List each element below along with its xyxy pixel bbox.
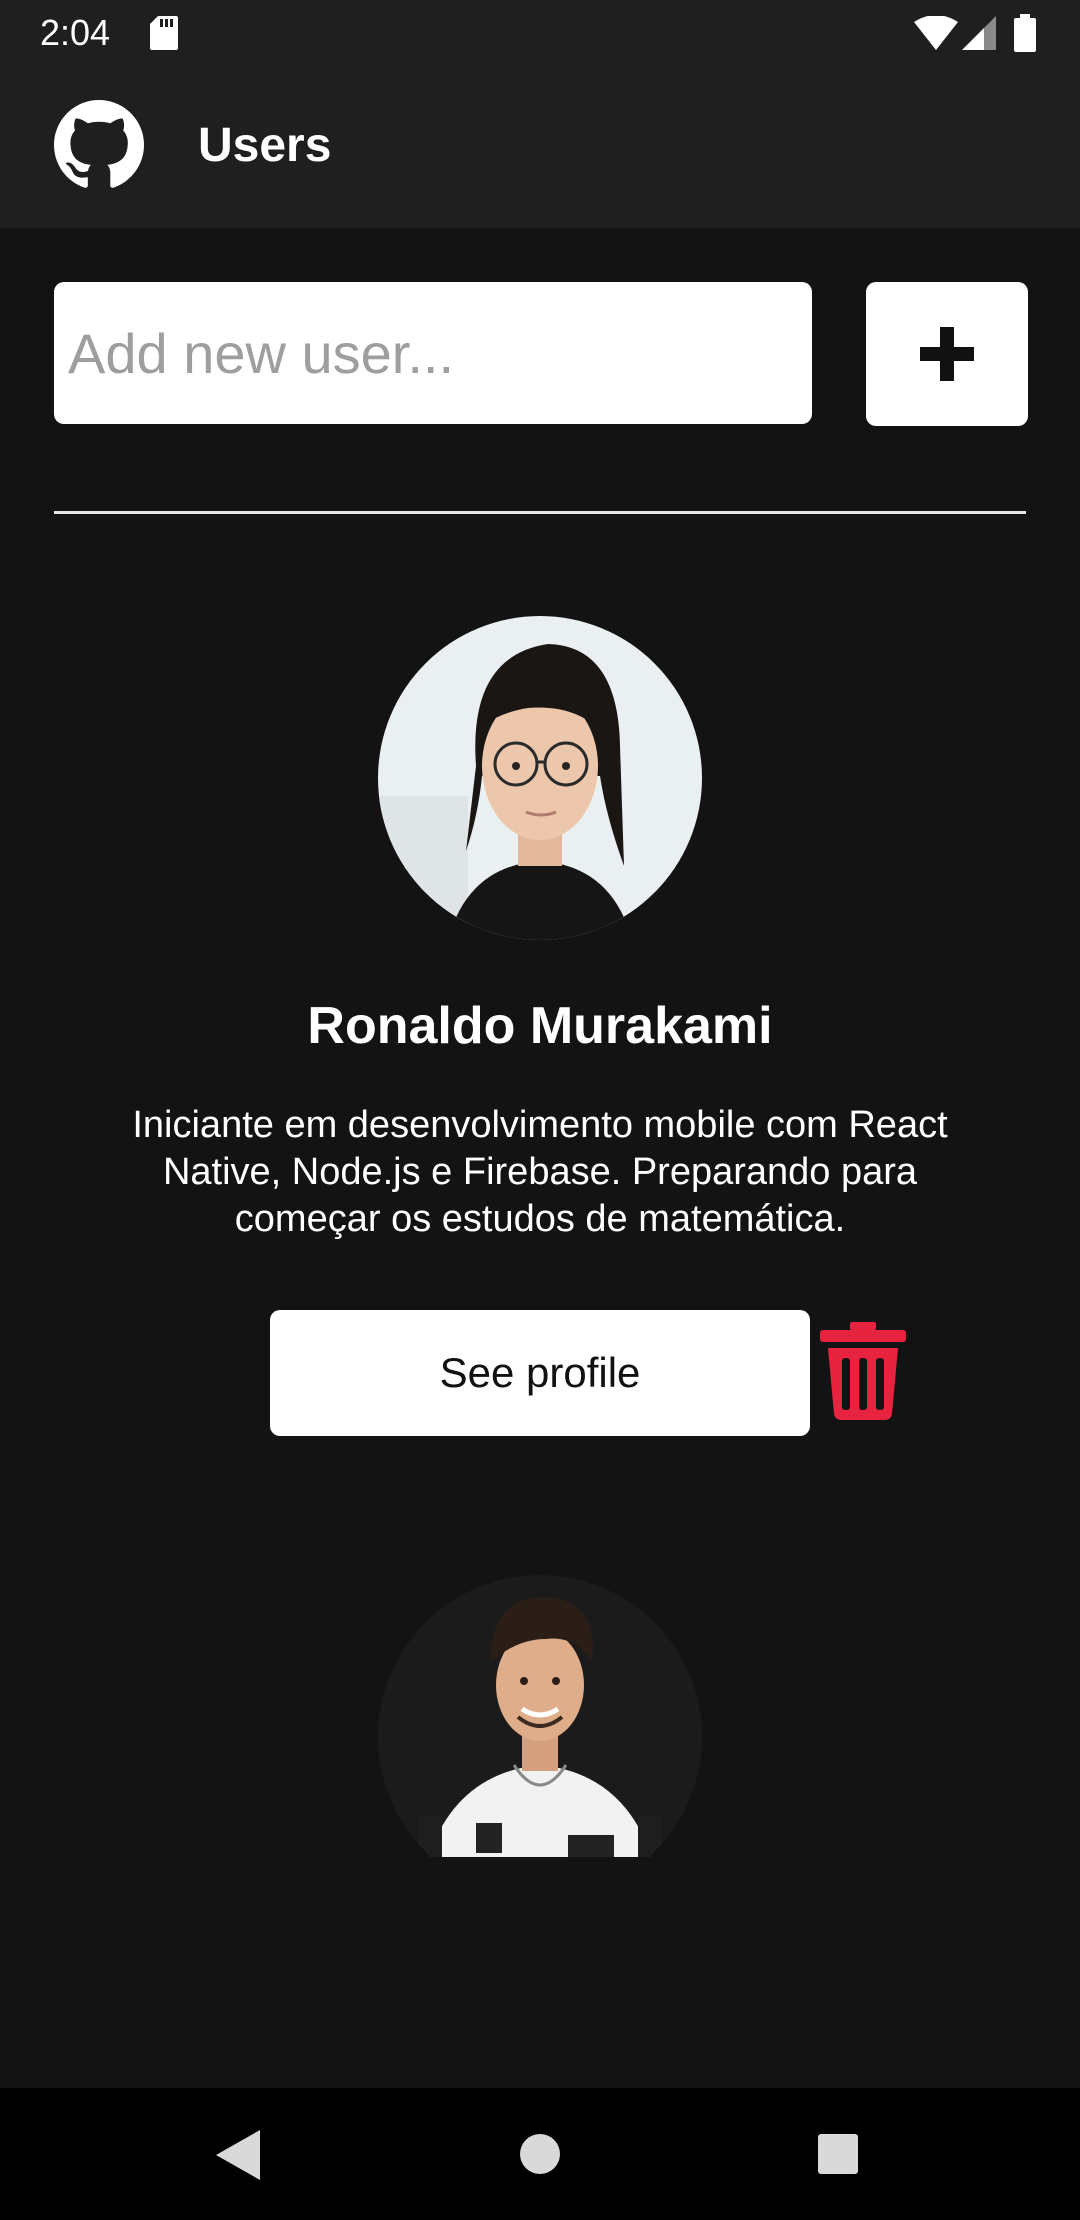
back-icon[interactable]: [216, 2130, 260, 2180]
add-user-input[interactable]: [54, 282, 812, 424]
battery-icon: [1014, 14, 1036, 52]
add-user-button[interactable]: [866, 282, 1028, 426]
divider: [54, 511, 1026, 514]
status-bar: 2:04: [0, 0, 1080, 66]
recent-apps-icon[interactable]: [818, 2134, 858, 2174]
avatar: [378, 1575, 702, 1857]
github-icon: [54, 100, 144, 188]
avatar: [378, 616, 702, 940]
user-list-overflow: [0, 1575, 1080, 1857]
delete-user-button[interactable]: [820, 1322, 906, 1420]
avatar-image: [378, 1575, 702, 1857]
avatar-image: [378, 616, 702, 940]
status-time: 2:04: [40, 12, 111, 53]
sd-card-icon: [150, 16, 178, 50]
wifi-icon: [914, 16, 958, 50]
signal-icon: [962, 16, 996, 50]
navigation-bar: [0, 2088, 1080, 2220]
home-icon[interactable]: [520, 2134, 560, 2174]
trash-icon: [820, 1322, 906, 1420]
plus-icon: [920, 327, 974, 381]
page-title: Users: [198, 119, 332, 172]
app-bar: Users: [0, 66, 1080, 228]
user-bio: Iniciante em desenvolvimento mobile com …: [132, 1104, 948, 1240]
see-profile-button[interactable]: See profile: [270, 1310, 810, 1436]
user-name: Ronaldo Murakami: [307, 997, 773, 1055]
